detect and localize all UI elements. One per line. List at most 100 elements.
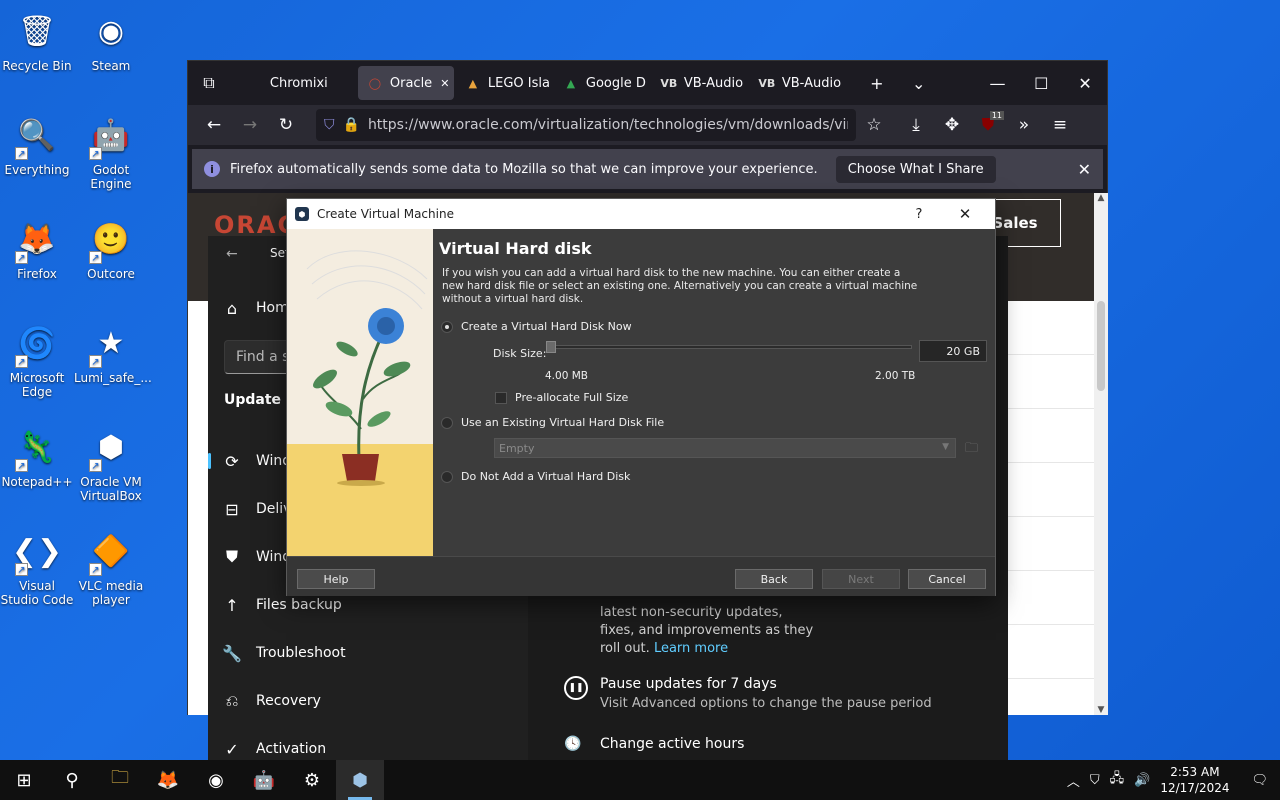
sidebar-item-label: Files backup — [256, 597, 342, 613]
scroll-down-icon[interactable]: ▼ — [1094, 705, 1108, 715]
network-icon[interactable]: 🖧 — [1110, 769, 1125, 791]
desktop-icon[interactable]: ⬢ ↗ Oracle VM VirtualBox — [74, 424, 148, 504]
shortcut-arrow-icon: ↗ — [15, 251, 28, 264]
recovery-icon: ⎌ — [225, 691, 239, 710]
tracking-shield-icon[interactable]: ⛉ — [324, 117, 335, 133]
existing-disk-select[interactable]: Empty ▼ — [494, 438, 956, 458]
virtualbox-taskbar-icon[interactable]: ⬢ — [336, 760, 384, 800]
tab-label: Google D — [585, 75, 646, 91]
back-arrow-icon[interactable]: ← — [196, 109, 232, 141]
tab-overview-icon[interactable]: ⧉ — [188, 61, 230, 105]
back-button[interactable]: Back — [735, 569, 813, 589]
shortcut-arrow-icon: ↗ — [89, 147, 102, 160]
desktop-icon[interactable]: 🗑 Recycle Bin — [0, 8, 74, 74]
desktop-icon[interactable]: 🦊 ↗ Firefox — [0, 216, 74, 281]
desktop-icon[interactable]: 🌀 ↗ Microsoft Edge — [0, 320, 74, 400]
file-explorer-icon[interactable]: 🗀 — [96, 760, 144, 800]
search-icon[interactable]: ⚲ — [48, 760, 96, 800]
page-description: If you wish you can add a virtual hard d… — [442, 267, 918, 305]
tab-3[interactable]: ▲ Google D — [554, 66, 650, 100]
create-disk-label: Create a Virtual Hard Disk Now — [461, 320, 632, 333]
close-window-icon[interactable]: ✕ — [1063, 61, 1107, 105]
tab-1[interactable]: ◯ Oracle ✕ — [357, 66, 454, 100]
create-vm-dialog: ⬢ Create Virtual Machine ? ✕ Virtual Har… — [286, 198, 996, 596]
preallocate-label: Pre-allocate Full Size — [515, 391, 629, 404]
forward-arrow-icon[interactable]: → — [232, 109, 268, 141]
reload-icon[interactable]: ↻ — [268, 109, 304, 141]
everything-search-icon: 🔍 ↗ — [13, 112, 61, 160]
downloads-icon[interactable]: ⤓ — [898, 109, 934, 141]
clock[interactable]: 2:53 AM 12/17/2024 — [1160, 764, 1229, 796]
overflow-chevrons-icon[interactable]: » — [1006, 109, 1042, 141]
create-disk-radio[interactable] — [441, 320, 453, 333]
preallocate-option[interactable]: Pre-allocate Full Size — [495, 391, 628, 404]
close-notice-icon[interactable]: ✕ — [1078, 160, 1091, 179]
no-disk-radio[interactable] — [441, 470, 453, 483]
extensions-puzzle-icon[interactable]: ✥ — [934, 109, 970, 141]
close-tab-icon[interactable]: ✕ — [440, 77, 449, 90]
sidebar-item-troubleshoot[interactable]: 🔧 Troubleshoot — [222, 633, 522, 673]
desktop-icon[interactable]: ★ ↗ Lumi_safe_... — [74, 320, 152, 386]
desktop-icon[interactable]: ❮❯ ↗ Visual Studio Code — [0, 528, 74, 608]
no-disk-option[interactable]: Do Not Add a Virtual Hard Disk — [441, 470, 630, 483]
lock-icon[interactable]: 🔒 — [343, 117, 360, 133]
notifications-icon[interactable]: 🗨 — [1251, 773, 1268, 788]
create-disk-option[interactable]: Create a Virtual Hard Disk Now — [441, 320, 632, 333]
desktop-icon[interactable]: 🤖 ↗ Godot Engine — [74, 112, 148, 191]
tab-5[interactable]: VB VB-Audio — [750, 66, 846, 100]
disk-size-label: Disk Size: — [493, 347, 547, 360]
volume-icon[interactable]: 🔊 — [1134, 773, 1150, 788]
url-bar[interactable]: ⛉ 🔒 https://www.oracle.com/virtualizatio… — [316, 109, 856, 141]
tab-4[interactable]: VB VB-Audio — [652, 66, 748, 100]
start-windows-icon[interactable]: ⊞ — [0, 760, 48, 800]
tab-label: VB-Audio — [683, 75, 744, 91]
steam-taskbar-icon[interactable]: ◉ — [192, 760, 240, 800]
choose-what-i-share-button[interactable]: Choose What I Share — [835, 155, 996, 183]
disk-size-slider[interactable] — [546, 341, 912, 353]
existing-disk-option[interactable]: Use an Existing Virtual Hard Disk File — [441, 416, 664, 429]
tab-favicon: VB — [660, 76, 678, 90]
desktop-icon[interactable]: 🦎 ↗ Notepad++ — [0, 424, 74, 490]
godot-taskbar-icon[interactable]: 🤖 — [240, 760, 288, 800]
bookmark-star-icon[interactable]: ☆ — [856, 109, 892, 141]
maximize-icon[interactable]: ☐ — [1019, 61, 1063, 105]
new-tab-icon[interactable]: + — [856, 61, 898, 105]
desktop-icon[interactable]: 🔍 ↗ Everything — [0, 112, 74, 178]
settings-back-icon[interactable]: ← — [226, 246, 238, 262]
disk-size-slider-handle[interactable] — [546, 341, 556, 353]
minimize-icon[interactable]: — — [976, 61, 1020, 105]
tab-0[interactable]: Chromixi — [260, 66, 356, 100]
firefox-taskbar-icon[interactable]: 🦊 — [144, 760, 192, 800]
desktop-icon[interactable]: 🙂 ↗ Outcore — [74, 216, 148, 282]
sidebar-item-label: Activation — [256, 741, 327, 757]
ublock-extension-icon[interactable]: ⛊ 11 — [970, 109, 1006, 141]
shortcut-arrow-icon: ↗ — [89, 459, 102, 472]
shortcut-arrow-icon: ↗ — [15, 355, 28, 368]
security-tray-icon[interactable]: ⛉ — [1090, 773, 1100, 788]
existing-disk-radio[interactable] — [441, 416, 453, 429]
learn-more-link[interactable]: Learn more — [654, 641, 728, 656]
disk-size-input[interactable]: 20 GB — [919, 340, 987, 362]
close-dialog-icon[interactable]: ✕ — [943, 205, 987, 223]
hamburger-menu-icon[interactable]: ≡ — [1042, 109, 1078, 141]
scroll-up-icon[interactable]: ▲ — [1094, 193, 1108, 203]
preallocate-checkbox[interactable] — [495, 391, 507, 404]
dialog-title: Create Virtual Machine — [317, 207, 454, 221]
sidebar-item-recovery[interactable]: ⎌ Recovery — [222, 681, 522, 721]
list-tabs-chevron-icon[interactable]: ⌄ — [898, 61, 940, 105]
tab-2[interactable]: ▲ LEGO Isla — [456, 66, 552, 100]
dialog-titlebar: ⬢ Create Virtual Machine ? ✕ — [287, 199, 995, 229]
page-scrollbar[interactable]: ▲ ▼ — [1094, 193, 1108, 715]
desktop-icon[interactable]: 🔶 ↗ VLC media player — [74, 528, 148, 608]
help-question-icon[interactable]: ? — [903, 207, 935, 222]
scrollbar-thumb[interactable] — [1097, 301, 1105, 391]
folder-browse-icon[interactable]: 🗀 — [965, 439, 983, 457]
cancel-button[interactable]: Cancel — [908, 569, 986, 589]
chevron-up-icon[interactable]: ︿ — [1067, 771, 1080, 790]
next-button[interactable]: Next — [822, 569, 900, 589]
desktop-icon[interactable]: ◉ Steam — [74, 8, 148, 74]
settings-gear-icon[interactable]: ⚙ — [288, 760, 336, 800]
pause-updates-option[interactable]: ❚❚ Pause updates for 7 days Visit Advanc… — [564, 676, 932, 711]
help-button[interactable]: Help — [297, 569, 375, 589]
active-hours-option[interactable]: 🕓 Change active hours — [564, 736, 744, 752]
